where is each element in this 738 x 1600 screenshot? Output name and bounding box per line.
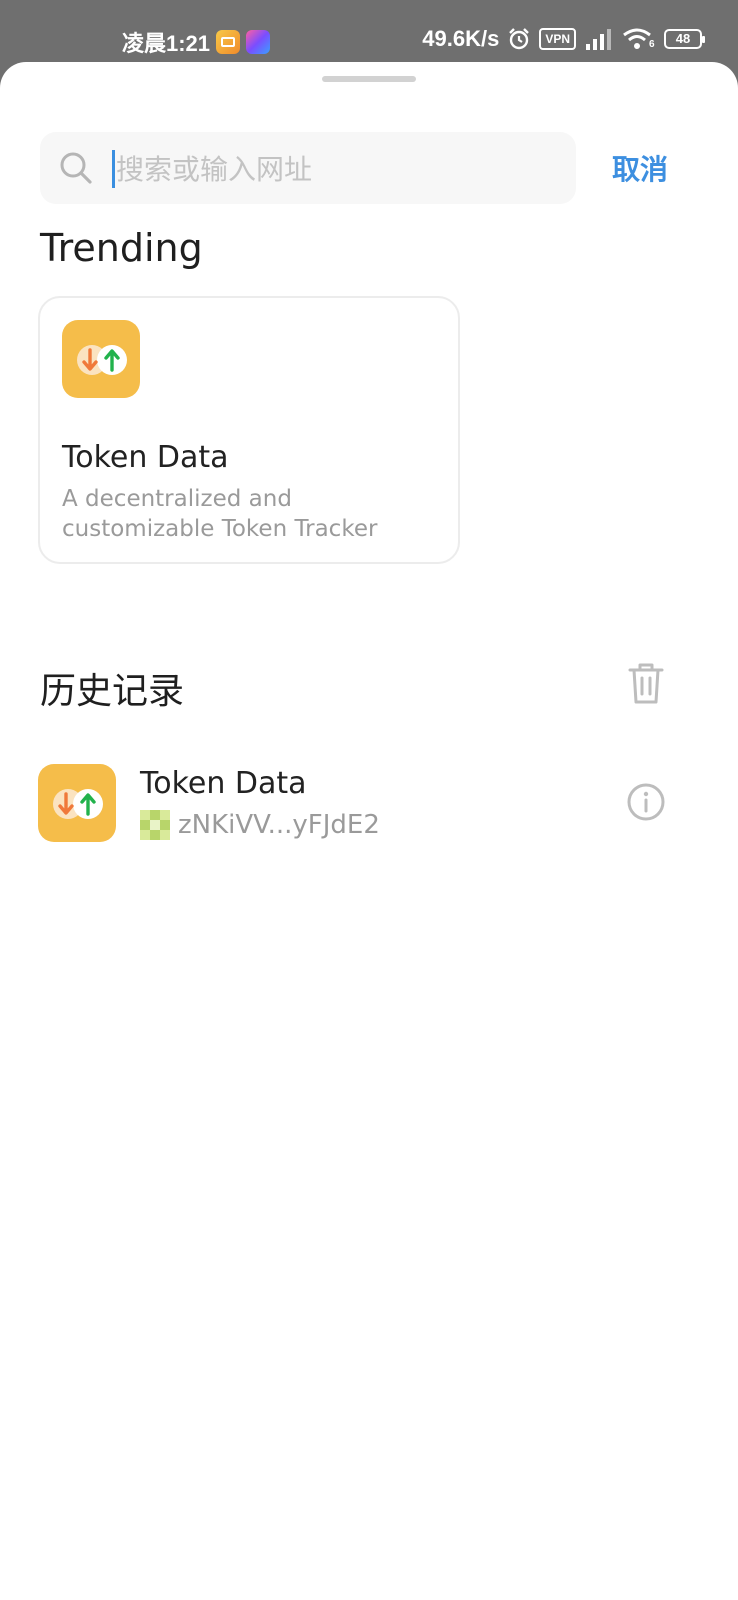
wifi-sub-label: 6 [649, 39, 655, 50]
status-bar-right: 49.6K/s VPN 6 48 [422, 26, 705, 52]
drag-handle[interactable] [322, 76, 416, 82]
app-notification-icon [246, 30, 271, 54]
wifi-icon [623, 28, 651, 49]
token-data-icon [62, 320, 140, 398]
trending-card[interactable]: Token Data A decentralized and customiza… [38, 296, 460, 564]
history-item-address: zNKiVV...yFJdE2 [178, 810, 380, 840]
history-title: 历史记录 [40, 671, 185, 712]
cancel-button[interactable]: 取消 [612, 148, 668, 188]
wifi-indicator: 6 [622, 27, 656, 51]
token-data-icon [38, 764, 116, 842]
status-bar-left: 凌晨1:21 [122, 26, 271, 58]
info-icon[interactable] [626, 782, 666, 822]
trending-item-description: A decentralized and customizable Token T… [62, 486, 378, 542]
history-item[interactable]: Token Data zNKiVV...yFJdE2 [38, 762, 678, 842]
battery-indicator: 48 [664, 29, 705, 49]
status-time: 凌晨1:21 [122, 31, 211, 56]
search-input[interactable] [114, 144, 558, 194]
mail-notification-icon [216, 30, 241, 54]
address-avatar-icon [140, 810, 170, 840]
search-sheet: 取消 Trending Token Data A decentralized a… [0, 62, 738, 1600]
trash-icon[interactable] [626, 660, 666, 706]
trending-title: Trending [40, 226, 203, 270]
history-item-name: Token Data [140, 766, 307, 801]
search-bar[interactable] [40, 132, 576, 204]
vpn-badge: VPN [539, 28, 576, 50]
trending-item-name: Token Data [62, 440, 229, 475]
signal-icon [586, 29, 611, 50]
alarm-icon [509, 28, 530, 50]
search-icon [60, 152, 92, 184]
network-speed: 49.6K/s [422, 26, 500, 51]
